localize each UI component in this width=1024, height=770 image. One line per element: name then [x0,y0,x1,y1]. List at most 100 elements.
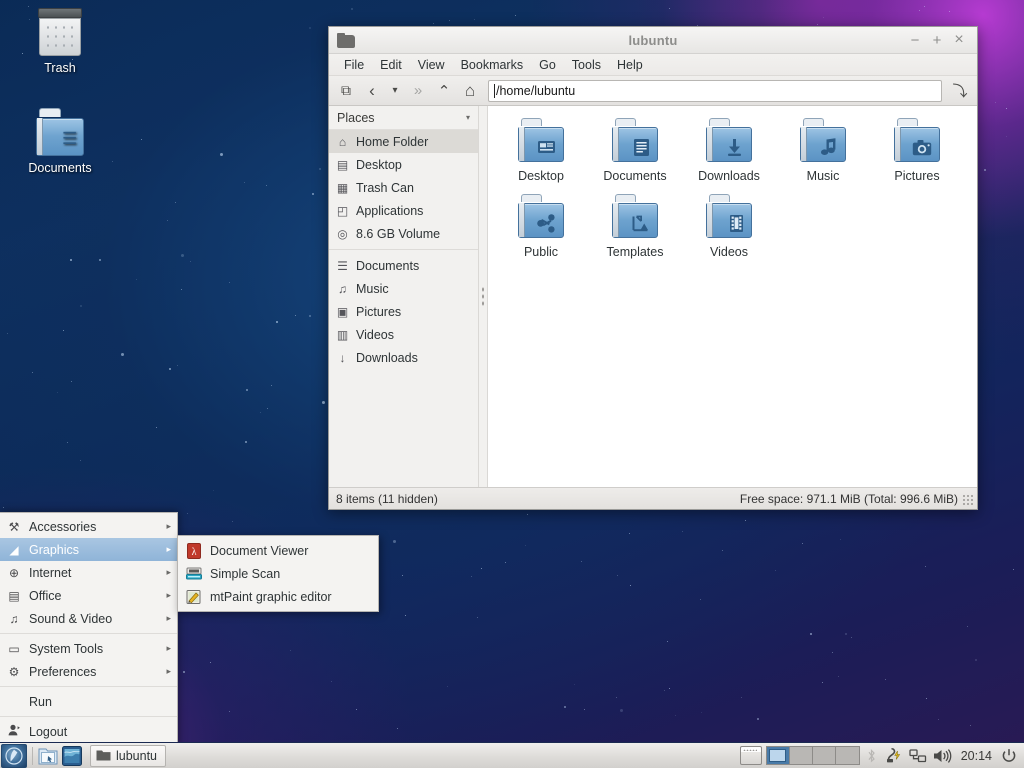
menu-item-run[interactable]: Run [0,690,177,713]
web-browser-launcher-icon[interactable] [61,745,83,767]
menu-view[interactable]: View [411,56,452,74]
up-icon[interactable]: ⌃ [432,79,456,102]
menu-bookmarks[interactable]: Bookmarks [454,56,531,74]
maximize-button[interactable]: + [927,30,947,50]
chevron-right-icon: ▸ [166,643,171,654]
pdf-icon: λ [186,543,202,559]
menu-item-label: Internet [29,566,71,580]
menu-item-logout[interactable]: Logout [0,720,177,743]
submenu-item-simple-scan[interactable]: Simple Scan [178,562,378,585]
menu-item-preferences[interactable]: ⚙ Preferences ▸ [0,660,177,683]
window-titlebar[interactable]: lubuntu − + × [329,27,977,54]
menu-item-internet[interactable]: ⊕ Internet ▸ [0,561,177,584]
file-grid: DesktopDocumentsDownloadsMusicPictures Pu… [494,114,971,266]
history-dropdown-icon[interactable]: ▾ [386,79,404,102]
close-button[interactable]: × [949,30,969,50]
power-battery-icon[interactable] [884,747,904,764]
desktop-icon-trash[interactable]: Trash [12,8,108,76]
places-header[interactable]: Places ▾ [329,106,478,130]
sidebar-item-videos[interactable]: ▥ Videos [329,323,478,346]
gear-icon: ⚙ [6,665,22,679]
sidebar-item-trash-can[interactable]: ▦ Trash Can [329,176,478,199]
clock[interactable]: 20:14 [958,749,995,763]
forward-icon[interactable]: » [406,79,430,102]
show-desktop-button[interactable] [740,746,762,765]
power-off-icon[interactable] [999,748,1019,764]
file-item[interactable]: Documents [588,114,682,190]
menu-file[interactable]: File [337,56,371,74]
workspace-4[interactable] [836,747,859,764]
back-icon[interactable]: ‹ [360,79,384,102]
chevron-right-icon: ▸ [166,590,171,601]
volume-icon[interactable] [932,748,954,764]
home-icon[interactable]: ⌂ [458,79,482,102]
menu-tools[interactable]: Tools [565,56,608,74]
menu-item-office[interactable]: ▤ Office ▸ [0,584,177,607]
menu-item-sound-video[interactable]: ♫ Sound & Video ▸ [0,607,177,630]
file-item[interactable]: Templates [588,190,682,266]
sidebar-item-label: Trash Can [356,181,414,195]
desktop-emblem-icon [537,138,556,157]
workspace-3[interactable] [813,747,836,764]
file-list-pane[interactable]: DesktopDocumentsDownloadsMusicPictures Pu… [488,106,977,487]
bluetooth-icon[interactable] [864,748,880,764]
file-name: Videos [684,245,774,260]
file-item[interactable]: Music [776,114,870,190]
sidebar-item-downloads[interactable]: ↓ Downloads [329,346,478,369]
file-item[interactable]: Downloads [682,114,776,190]
chevron-down-icon[interactable]: ▾ [466,113,470,122]
menu-go[interactable]: Go [532,56,563,74]
file-item[interactable]: Public [494,190,588,266]
lubuntu-menu-button[interactable] [1,744,27,768]
sidebar-item-label: Documents [356,259,419,273]
menu-item-system-tools[interactable]: ▭ System Tools ▸ [0,637,177,660]
sidebar-item-volume[interactable]: ◎ 8.6 GB Volume [329,222,478,245]
volume-disk-icon: ◎ [335,227,350,241]
file-item[interactable]: Pictures [870,114,964,190]
desktop-icon: ▤ [335,158,350,172]
folder-icon [518,118,564,162]
path-input[interactable]: /home/lubuntu [488,80,942,102]
submenu-item-mtpaint[interactable]: mtPaint graphic editor [178,585,378,608]
downloads-icon: ↓ [335,351,350,365]
desktop-icon-documents[interactable]: ☰ Documents [12,108,108,176]
menu-item-accessories[interactable]: ⚒ Accessories ▸ [0,515,177,538]
minimize-button[interactable]: − [905,30,925,50]
sidebar-splitter[interactable] [479,106,488,487]
submenu-item-document-viewer[interactable]: λ Document Viewer [178,539,378,562]
file-item[interactable]: Desktop [494,114,588,190]
folder-icon [800,118,846,162]
menu-item-graphics[interactable]: ◢ Graphics ▸ [0,538,177,561]
resize-grip[interactable] [963,495,974,506]
file-manager-launcher-icon[interactable] [37,745,59,767]
file-name: Desktop [496,169,586,184]
music-emblem-icon [820,138,838,157]
item-count-status: 8 items (11 hidden) [336,492,438,506]
sidebar-item-music[interactable]: ♫ Music [329,277,478,300]
camera-emblem-icon [912,139,932,157]
menu-edit[interactable]: Edit [373,56,409,74]
sidebar-item-label: Home Folder [356,135,428,149]
sidebar-item-documents[interactable]: ☰ Documents [329,254,478,277]
folder-icon [706,118,752,162]
network-icon[interactable] [908,748,928,764]
menu-item-label: Office [29,589,61,603]
sidebar-item-home-folder[interactable]: ⌂ Home Folder [329,130,478,153]
menu-item-label: Sound & Video [29,612,112,626]
file-manager-window[interactable]: lubuntu − + × File Edit View Bookmarks G… [328,26,978,510]
sidebar-item-desktop[interactable]: ▤ Desktop [329,153,478,176]
workspace-pager[interactable] [766,746,860,765]
go-icon[interactable]: ⤵ [948,79,972,102]
workspace-2[interactable] [790,747,813,764]
new-tab-icon[interactable]: ⧉ [334,79,358,102]
desktop-icon-label: Trash [12,61,108,76]
menu-help[interactable]: Help [610,56,650,74]
menu-item-label: Preferences [29,665,96,679]
taskbar-window-button[interactable]: lubuntu [90,745,166,767]
window-controls: − + × [905,30,977,50]
sidebar-item-applications[interactable]: ◰ Applications [329,199,478,222]
file-item[interactable]: Videos [682,190,776,266]
menu-separator [0,716,177,717]
workspace-1[interactable] [767,747,790,764]
sidebar-item-pictures[interactable]: ▣ Pictures [329,300,478,323]
